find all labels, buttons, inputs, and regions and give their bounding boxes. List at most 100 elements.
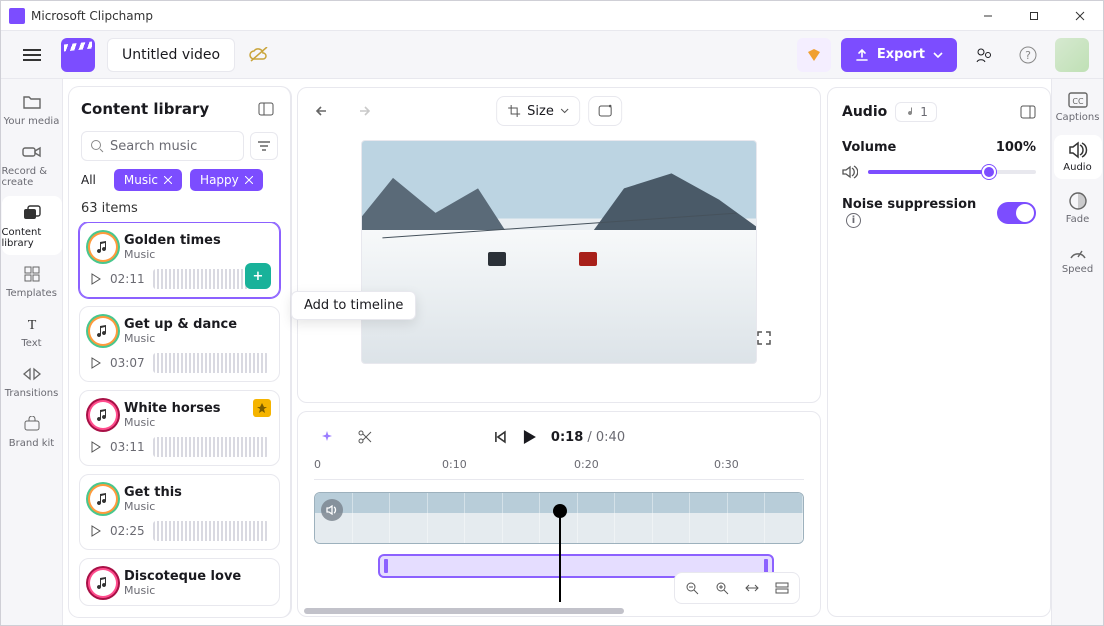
- main-area: Your media Record & create Content libra…: [1, 79, 1103, 625]
- close-icon: [164, 176, 172, 184]
- speedometer-icon: [1068, 243, 1088, 261]
- preview-area[interactable]: [322, 134, 796, 370]
- ai-sparkle-button[interactable]: [314, 424, 340, 450]
- fullscreen-button[interactable]: [750, 324, 778, 352]
- undo-button[interactable]: [310, 97, 338, 125]
- volume-slider[interactable]: [842, 165, 1036, 179]
- window-maximize-button[interactable]: [1011, 1, 1057, 31]
- rail-text[interactable]: T Text: [2, 307, 62, 355]
- play-icon[interactable]: [90, 357, 102, 369]
- rail-label: Templates: [6, 288, 57, 299]
- playhead[interactable]: [559, 514, 561, 602]
- window-minimize-button[interactable]: [965, 1, 1011, 31]
- play-icon[interactable]: [90, 441, 102, 453]
- fit-timeline-button[interactable]: [739, 577, 765, 599]
- user-avatar[interactable]: [1055, 38, 1089, 72]
- ai-reframe-button[interactable]: [588, 96, 622, 126]
- stage-toolbar: Size: [298, 88, 820, 134]
- project-title-input[interactable]: Untitled video: [107, 38, 235, 72]
- rail-templates[interactable]: Templates: [2, 257, 62, 305]
- rail-record-create[interactable]: Record & create: [2, 135, 62, 194]
- sparkle-crop-icon: [597, 104, 613, 118]
- track-subtitle: Music: [124, 584, 241, 597]
- track-card[interactable]: Get this Music 02:25: [79, 474, 280, 550]
- library-icon: [21, 202, 43, 224]
- rail-brand-kit[interactable]: Brand kit: [2, 407, 62, 455]
- expand-panel-button[interactable]: [254, 97, 278, 121]
- rrail-speed[interactable]: Speed: [1054, 237, 1102, 281]
- music-note-icon: [90, 318, 116, 344]
- track-title: Discoteque love: [124, 569, 241, 584]
- cloud-sync-icon[interactable]: [247, 43, 271, 67]
- toolbar: Untitled video Export ?: [1, 31, 1103, 79]
- chip-happy[interactable]: Happy: [190, 169, 263, 191]
- inspector-column: Audio 1 Volume 100%: [827, 87, 1051, 617]
- right-rail: CC Captions Audio Fade Speed: [1051, 79, 1103, 625]
- add-to-timeline-tooltip: Add to timeline: [291, 291, 416, 320]
- timeline-tracks[interactable]: [314, 492, 804, 602]
- detach-panel-button[interactable]: [1020, 105, 1036, 119]
- share-people-button[interactable]: [967, 38, 1001, 72]
- library-search-input[interactable]: Search music: [81, 131, 244, 161]
- chip-music[interactable]: Music: [114, 169, 182, 191]
- play-icon[interactable]: [90, 273, 102, 285]
- track-subtitle: Music: [124, 416, 221, 429]
- premium-button[interactable]: [797, 38, 831, 72]
- play-icon[interactable]: [90, 525, 102, 537]
- volume-value: 100%: [996, 140, 1036, 155]
- size-dropdown[interactable]: Size: [496, 96, 580, 126]
- filter-all[interactable]: All: [81, 169, 106, 191]
- zoom-out-button[interactable]: [679, 577, 705, 599]
- export-label: Export: [877, 47, 925, 62]
- rail-your-media[interactable]: Your media: [2, 85, 62, 133]
- filter-icon: [257, 140, 271, 152]
- clip-mute-icon[interactable]: [321, 499, 343, 521]
- rrail-fade[interactable]: Fade: [1054, 185, 1102, 231]
- svg-text:CC: CC: [1072, 97, 1084, 106]
- waveform-icon: [153, 521, 269, 541]
- play-button[interactable]: [521, 428, 537, 446]
- waveform-icon: [153, 437, 269, 457]
- info-icon[interactable]: i: [846, 213, 861, 228]
- window-close-button[interactable]: [1057, 1, 1103, 31]
- music-note-icon: [90, 570, 116, 596]
- ruler-tick: 0:20: [574, 458, 599, 471]
- track-card[interactable]: Golden times Music 02:11 +: [79, 222, 280, 298]
- track-card[interactable]: Get up & dance Music 03:07: [79, 306, 280, 382]
- track-card[interactable]: White horses Music 03:11: [79, 390, 280, 466]
- window-buttons: [965, 1, 1103, 31]
- redo-button[interactable]: [348, 97, 376, 125]
- timeline-scrollbar[interactable]: [304, 608, 814, 614]
- noise-suppression-toggle[interactable]: [997, 202, 1036, 224]
- library-filter-button[interactable]: [250, 132, 278, 160]
- rail-label: Text: [21, 338, 41, 349]
- menu-button[interactable]: [15, 38, 49, 72]
- split-button[interactable]: [352, 424, 378, 450]
- captions-icon: CC: [1067, 91, 1089, 109]
- library-title: Content library: [81, 100, 209, 118]
- zoom-in-button[interactable]: [709, 577, 735, 599]
- center-column: Size: [297, 87, 821, 617]
- skip-back-button[interactable]: [493, 430, 507, 444]
- chevron-down-icon: [933, 52, 943, 58]
- brand-kit-icon: [21, 413, 43, 435]
- text-icon: T: [21, 313, 43, 335]
- rrail-audio[interactable]: Audio: [1054, 135, 1102, 179]
- rail-content-library[interactable]: Content library: [2, 196, 62, 255]
- app-title: Microsoft Clipchamp: [31, 9, 153, 23]
- svg-text:T: T: [27, 318, 36, 332]
- rail-label: Brand kit: [9, 438, 54, 449]
- music-note-icon: [904, 106, 916, 118]
- rrail-label: Captions: [1056, 112, 1100, 123]
- timeline-ruler[interactable]: 0 0:10 0:20 0:30: [314, 458, 804, 480]
- audio-count-pill[interactable]: 1: [895, 102, 937, 122]
- track-card[interactable]: Discoteque love Music: [79, 558, 280, 606]
- track-title: Golden times: [124, 233, 221, 248]
- music-note-icon: [90, 486, 116, 512]
- rrail-captions[interactable]: CC Captions: [1054, 85, 1102, 129]
- add-to-timeline-button[interactable]: +: [245, 263, 271, 289]
- export-button[interactable]: Export: [841, 38, 957, 72]
- rail-transitions[interactable]: Transitions: [2, 357, 62, 405]
- help-button[interactable]: ?: [1011, 38, 1045, 72]
- toggle-tracks-button[interactable]: [769, 577, 795, 599]
